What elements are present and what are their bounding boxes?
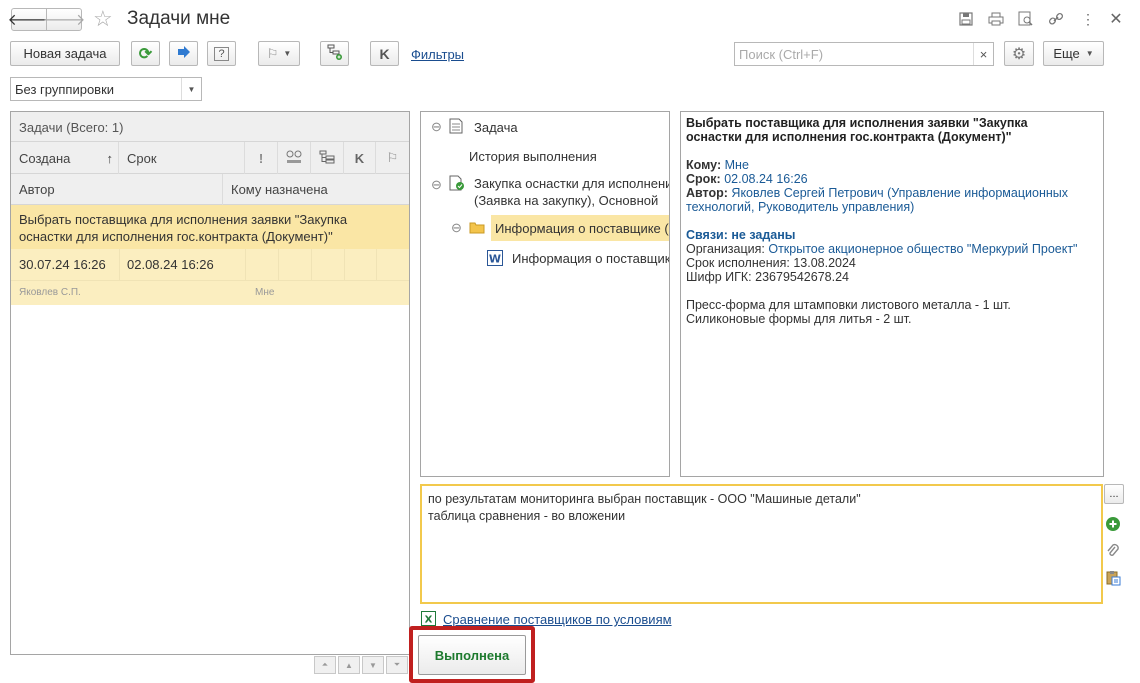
status-icon — [286, 150, 302, 167]
scroll-up-button[interactable]: ▲ — [338, 656, 360, 674]
chevron-down-icon: ▼ — [283, 49, 292, 58]
details-author: Автор: Яковлев Сергей Петрович (Управлен… — [686, 186, 1068, 214]
document-check-icon — [449, 175, 465, 194]
task-list-panel: Задачи (Всего: 1) Создана ↑ Срок ! K ⚐ А… — [10, 111, 410, 655]
help-button[interactable]: ? — [207, 41, 236, 66]
blue-arrow-icon — [177, 45, 191, 62]
paste-icon[interactable] — [1104, 569, 1122, 587]
details-to: Кому: Мне — [686, 158, 749, 172]
details-links: Связи: не заданы — [686, 228, 796, 242]
forward-task-button[interactable] — [169, 41, 198, 66]
forward-button[interactable]: 🡒 — [43, 8, 85, 31]
page-title: Задачи мне — [127, 8, 231, 29]
task-tree-panel: ⊖ Задача История выполнения ⊖ Закупка ос… — [420, 111, 670, 477]
scroll-down-button[interactable]: ▼ — [362, 656, 384, 674]
column-header-row-2: Автор Кому назначена — [11, 174, 409, 205]
more-menu-icon[interactable]: ⋮ — [1078, 9, 1098, 29]
add-circle-icon[interactable] — [1104, 515, 1122, 533]
column-flag[interactable]: ⚐ — [376, 142, 409, 174]
details-title: Выбрать поставщика для исполнения заявки… — [686, 116, 1028, 144]
more-button[interactable]: Еще ▼ — [1043, 41, 1104, 66]
folder-icon — [469, 221, 485, 237]
scroll-bottom-button[interactable]: ⏷ — [386, 656, 408, 674]
settings-button[interactable]: ⚙ — [1004, 41, 1034, 66]
flag-icon: ⚐ — [386, 150, 399, 165]
refresh-button[interactable]: ⟳ — [131, 41, 160, 66]
comment-textarea[interactable]: по результатам мониторинга выбран постав… — [420, 484, 1103, 604]
details-item-2: Силиконовые формы для литья - 2 шт. — [686, 312, 912, 326]
column-created[interactable]: Создана ↑ — [11, 142, 119, 174]
chevron-down-icon: ▼ — [181, 78, 201, 100]
column-k[interactable]: K — [344, 142, 376, 174]
scroll-top-button[interactable]: ⏶ — [314, 656, 336, 674]
column-header-row: Создана ↑ Срок ! K ⚐ — [11, 142, 409, 174]
link-icon[interactable] — [1046, 9, 1066, 29]
task-list-header: Задачи (Всего: 1) — [11, 112, 409, 142]
close-icon[interactable]: ✕ — [1106, 9, 1126, 29]
column-due[interactable]: Срок — [119, 142, 245, 174]
column-importance[interactable]: ! — [245, 142, 278, 174]
task-title-cell: Выбрать поставщика для исполнения заявки… — [11, 205, 409, 249]
search-input[interactable]: Поиск (Ctrl+F) × — [734, 42, 994, 66]
k-button[interactable]: K — [370, 41, 399, 66]
details-org: Организация: Открытое акционерное общест… — [686, 242, 1078, 256]
search-clear-button[interactable]: × — [973, 43, 993, 65]
preview-icon[interactable] — [1016, 9, 1036, 29]
column-assignee[interactable]: Кому назначена — [223, 174, 409, 205]
details-exec-date: Срок исполнения: 13.08.2024 — [686, 256, 856, 270]
word-file-icon: W — [487, 250, 503, 269]
collapse-icon[interactable]: ⊖ — [431, 119, 442, 135]
print-icon[interactable] — [986, 9, 1006, 29]
tree-add-icon — [327, 44, 343, 63]
svg-text:X: X — [425, 615, 433, 626]
details-due: Срок: 02.08.24 16:26 — [686, 172, 808, 186]
tree-icon — [319, 150, 335, 167]
svg-text:W: W — [489, 253, 501, 266]
flag-icon: ⚐ — [266, 45, 279, 61]
table-row[interactable]: Выбрать поставщика для исполнения заявки… — [11, 205, 409, 305]
collapse-icon[interactable]: ⊖ — [431, 177, 442, 193]
chevron-down-icon: ▼ — [1085, 49, 1094, 58]
gear-icon: ⚙ — [1011, 45, 1027, 63]
tree-item-supplier-info[interactable]: ⊖ Информация о поставщике (1 — [421, 215, 669, 241]
paperclip-icon[interactable] — [1104, 542, 1122, 560]
task-dates-row: 30.07.24 16:26 02.08.24 16:26 — [11, 249, 409, 280]
column-author[interactable]: Автор — [11, 174, 223, 205]
done-button[interactable]: Выполнена — [418, 635, 526, 675]
details-igk: Шифр ИГК: 23679542678.24 — [686, 270, 849, 284]
add-subtask-button[interactable] — [320, 41, 349, 66]
details-item-1: Пресс-форма для штамповки листового мета… — [686, 298, 1011, 312]
new-task-button[interactable]: Новая задача — [10, 41, 120, 66]
document-icon — [449, 118, 463, 137]
grouping-select[interactable]: Без группировки ▼ — [10, 77, 202, 101]
refresh-icon: ⟳ — [138, 45, 153, 63]
favorite-star-icon[interactable]: ☆ — [93, 6, 113, 32]
arrow-right-icon: 🡒 — [42, 12, 86, 29]
column-status[interactable] — [278, 142, 311, 174]
filters-link[interactable]: Фильтры — [411, 47, 464, 62]
save-icon[interactable] — [956, 9, 976, 29]
task-people-row: Яковлев С.П. Мне — [11, 280, 409, 305]
column-subtasks[interactable] — [311, 142, 344, 174]
sort-asc-icon: ↑ — [106, 150, 114, 166]
question-icon: ? — [214, 46, 229, 61]
attachment-link[interactable]: Сравнение поставщиков по условиям — [443, 612, 672, 627]
collapse-icon[interactable]: ⊖ — [451, 220, 462, 236]
flag-dropdown-button[interactable]: ⚐ ▼ — [258, 41, 300, 66]
comment-more-button[interactable]: ... — [1104, 484, 1124, 504]
task-details-panel: Выбрать поставщика для исполнения заявки… — [680, 111, 1104, 477]
